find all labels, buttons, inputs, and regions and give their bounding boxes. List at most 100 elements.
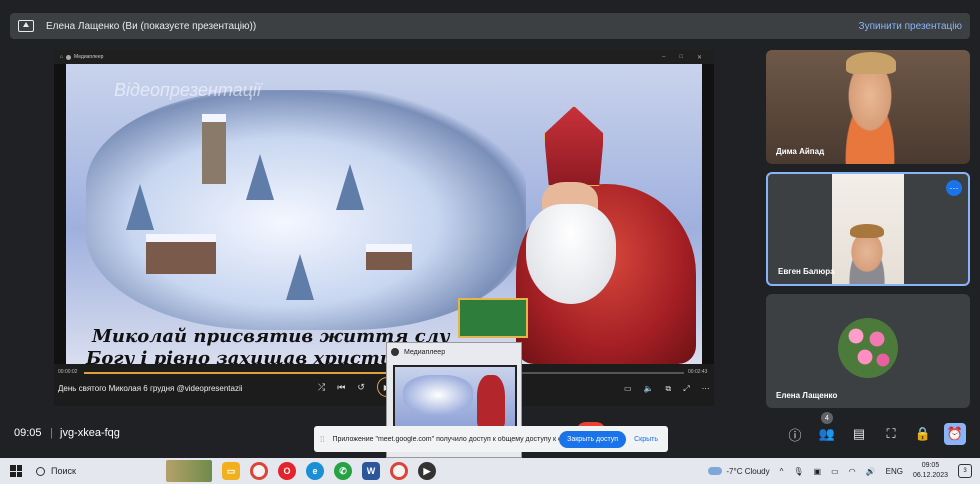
hide-notification-link[interactable]: Скрыть [634, 436, 658, 443]
cloud-icon [708, 467, 723, 475]
people-icon[interactable]: 👥 4 [816, 412, 838, 445]
window-controls: – □ ✕ [662, 54, 714, 61]
search-label: Поиск [51, 466, 76, 476]
home-icon: ⌂ [60, 54, 64, 60]
windows-taskbar: Поиск ▭ O e ✆ W ▶ -7°C Cloudy ^ 🎙 ▣ ▭ ◠ … [0, 458, 980, 484]
word-icon[interactable]: W [362, 462, 380, 480]
shared-screen: ⌂ Медиаплеер – □ ✕ Відеопрезентації Мико… [54, 50, 714, 406]
saint-nicholas-beard [526, 204, 616, 304]
whatsapp-icon[interactable]: ✆ [334, 462, 352, 480]
church-tower [202, 114, 226, 184]
media-player-title: Медиаплеер [74, 54, 104, 60]
time-elapsed: 00:00:02 [58, 369, 78, 375]
participant-hair [850, 224, 884, 238]
media-player-titlebar: ⌂ Медиаплеер – □ ✕ [54, 50, 714, 64]
battery-icon[interactable]: ▭ [831, 467, 839, 476]
file-explorer-icon[interactable]: ▭ [222, 462, 240, 480]
meeting-side-icons: ⓘ 👥 4 ▤ ⛶ 🔒 ⏰ [784, 412, 966, 445]
media-player-app-icon [66, 54, 72, 60]
media-player-taskbar-icon[interactable]: ▶ [418, 462, 436, 480]
chrome-icon[interactable] [250, 462, 268, 480]
seek-bar-fill [84, 372, 402, 374]
wifi-icon[interactable]: ◠ [849, 467, 856, 476]
tray-chevron-icon[interactable]: ^ [780, 467, 784, 476]
participant-count-badge: 4 [821, 412, 833, 424]
participant-name: Евген Балюра [778, 267, 835, 276]
participant-tile[interactable]: Елена Лащенко [766, 294, 970, 408]
time-total: 00:02:43 [688, 369, 708, 375]
snow-tree [126, 184, 154, 230]
taskbar-clock[interactable]: 09:05 06.12.2023 [913, 461, 948, 481]
mini-player-title: Медиаплеер [404, 348, 446, 356]
search-highlight-image [166, 460, 212, 482]
present-screen-icon [18, 20, 34, 32]
meeting-code: jvg-xkea-fqg [60, 427, 120, 439]
shuffle-icon[interactable]: ⤮ [318, 382, 325, 397]
host-controls-icon[interactable]: 🔒 [912, 423, 934, 445]
maximize-icon: □ [679, 53, 683, 60]
thumb-winter-scene [403, 375, 473, 415]
speaker-icon[interactable]: 🔊 [866, 467, 876, 476]
watermark: Відеопрезентації [114, 80, 261, 100]
weather-widget[interactable]: -7°C Cloudy [708, 466, 770, 476]
avatar [838, 318, 898, 378]
separator: | [50, 427, 53, 439]
snow-house [366, 244, 412, 270]
video-caption-line2: Богу і рівно захищав християно [86, 348, 433, 364]
more-options-icon[interactable]: ⋯ [946, 180, 962, 196]
participant-name: Елена Лащенко [776, 391, 838, 400]
snow-house [146, 234, 216, 274]
drag-handle-icon[interactable]: ⁞⁞ [320, 435, 324, 444]
mini-player-titlebar: Медиаплеер [387, 343, 521, 361]
player-right-buttons: ▭ 🔈 ⧉ ⤢ ⋯ [624, 384, 710, 394]
edge-icon[interactable]: e [306, 462, 324, 480]
media-player-app-icon [391, 348, 399, 356]
chrome-profile-icon[interactable] [390, 462, 408, 480]
volume-icon[interactable]: 🔈 [644, 384, 654, 394]
video-title: День святого Миколая 6 грудня @videopres… [58, 384, 243, 393]
search-icon [36, 466, 45, 476]
minimize-icon: – [662, 53, 666, 60]
snow-tree [286, 254, 314, 300]
meeting-time: 09:05 [14, 427, 42, 439]
notification-count: 3 [963, 468, 967, 474]
timer-icon[interactable]: ⏰ [944, 423, 966, 445]
fullscreen-icon[interactable]: ⤢ [683, 384, 689, 394]
chat-icon[interactable]: ▤ [848, 423, 870, 445]
notification-text: Приложение "meet.google.com" получило до… [332, 435, 560, 443]
participant-hair [846, 52, 896, 74]
weather-text: -7°C Cloudy [726, 466, 770, 476]
stop-presenting-button[interactable]: Зупинити презентацію [859, 21, 962, 32]
participant-tile[interactable]: Дима Айпад [766, 50, 970, 164]
camera-icon[interactable]: ▣ [814, 467, 822, 476]
opera-icon[interactable]: O [278, 462, 296, 480]
taskbar-date: 06.12.2023 [912, 472, 948, 479]
snow-tree [336, 164, 364, 210]
more-icon[interactable]: ⋯ [702, 384, 710, 394]
windows-start-icon[interactable] [10, 465, 22, 477]
language-indicator[interactable]: ENG [886, 467, 903, 476]
system-tray: -7°C Cloudy ^ 🎙 ▣ ▭ ◠ 🔊 ENG 09:05 06.12.… [708, 461, 980, 481]
screen-share-notification: ⁞⁞ Приложение "meet.google.com" получило… [314, 426, 668, 452]
snow-tree [246, 154, 274, 200]
media-player-controls: 00:00:02 00:02:43 День святого Миколая 6… [54, 364, 714, 406]
participant-name: Дима Айпад [776, 147, 825, 156]
cast-icon[interactable]: ⧉ [666, 384, 672, 394]
participant-tile-active[interactable]: ⋯ Евген Балюра [766, 172, 970, 286]
taskbar-apps: ▭ O e ✆ W ▶ [222, 462, 436, 480]
notifications-icon[interactable]: 3 [958, 464, 972, 478]
presenting-bar: Елена Лащенко (Ви (показуєте презентацію… [10, 13, 970, 39]
close-icon: ✕ [696, 54, 702, 61]
taskbar-search[interactable]: Поиск [36, 461, 166, 481]
gift-box [458, 298, 528, 338]
rewind-icon[interactable]: ↺ [357, 382, 365, 397]
captions-icon[interactable]: ▭ [624, 384, 632, 394]
seek-bar[interactable] [84, 372, 684, 374]
stop-sharing-button[interactable]: Закрыть доступ [559, 430, 627, 448]
taskbar-time: 09:05 [921, 462, 940, 469]
activities-icon[interactable]: ⛶ [880, 423, 902, 445]
video-frame: Відеопрезентації Миколай присвятив життя… [66, 64, 702, 364]
meeting-info-icon[interactable]: ⓘ [784, 423, 806, 445]
previous-icon[interactable]: ⏮ [337, 382, 345, 397]
microphone-icon[interactable]: 🎙 [793, 467, 803, 476]
